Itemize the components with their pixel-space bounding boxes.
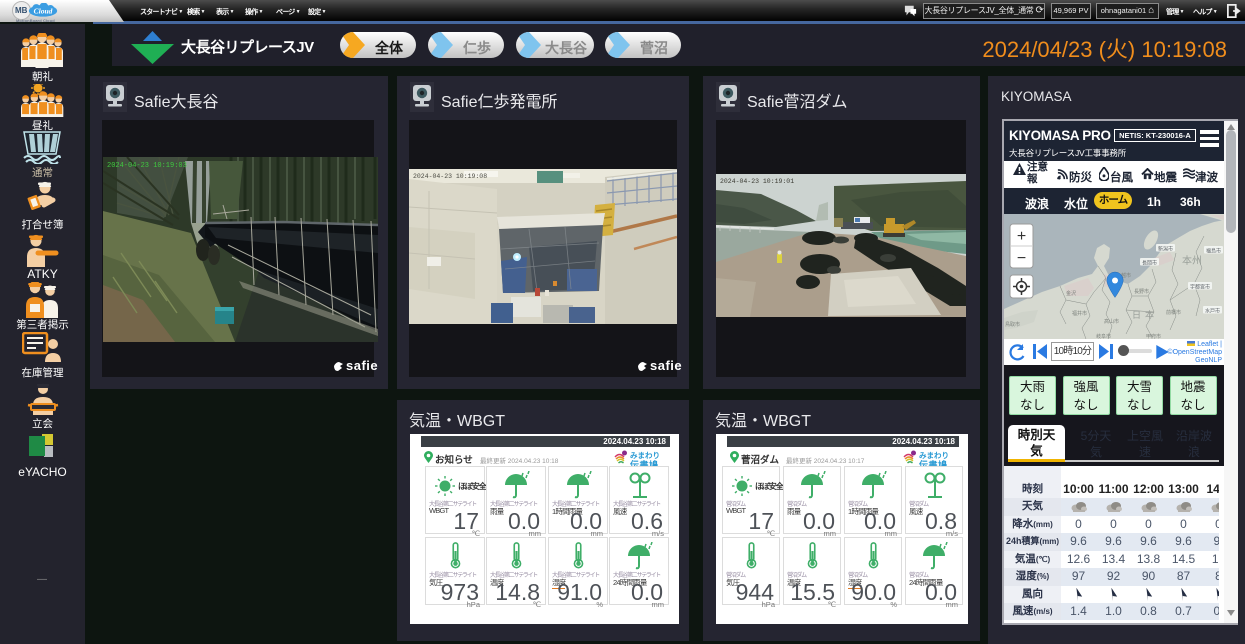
svg-text:−: − xyxy=(1017,250,1026,267)
svg-text:福井市: 福井市 xyxy=(1072,310,1087,317)
svg-text:Cloud: Cloud xyxy=(34,6,53,15)
svg-text:2024-04-23 10:19:01: 2024-04-23 10:19:01 xyxy=(720,178,794,185)
svg-text:2024-04-23 10:19:03: 2024-04-23 10:19:03 xyxy=(107,162,187,170)
svg-text:日本: 日本 xyxy=(1132,309,1158,320)
svg-text:福島市: 福島市 xyxy=(1206,248,1221,255)
svg-text:前橋市: 前橋市 xyxy=(1166,309,1181,316)
svg-text:高山市: 高山市 xyxy=(1104,318,1119,325)
svg-text:金沢: 金沢 xyxy=(1066,290,1076,297)
svg-text:本州: 本州 xyxy=(1182,254,1202,267)
svg-text:鳥取市: 鳥取市 xyxy=(1005,321,1020,328)
svg-text:水戸市: 水戸市 xyxy=(1205,308,1220,315)
svg-text:2024-04-23 10:19:08: 2024-04-23 10:19:08 xyxy=(413,173,487,180)
svg-text:長野市: 長野市 xyxy=(1134,288,1149,295)
svg-text:+: + xyxy=(1017,228,1026,245)
svg-text:長岡市: 長岡市 xyxy=(1142,260,1157,267)
svg-text:宇都宮市: 宇都宮市 xyxy=(1190,284,1210,291)
svg-text:新潟市: 新潟市 xyxy=(1158,246,1173,253)
